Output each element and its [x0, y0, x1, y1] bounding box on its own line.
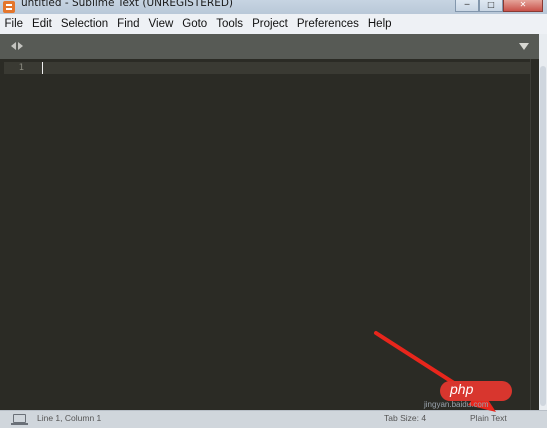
sublime-app-icon [3, 1, 15, 13]
menu-project[interactable]: Project [248, 18, 293, 30]
close-button[interactable]: ✕ [503, 0, 543, 12]
current-line-gutter: 1 [4, 62, 38, 74]
console-toggle-icon[interactable] [11, 414, 28, 425]
vertical-scrollbar[interactable] [539, 34, 547, 410]
editor-area[interactable]: 1 [0, 59, 530, 410]
minimap[interactable] [530, 59, 539, 410]
tab-prev-icon[interactable] [11, 42, 16, 50]
menu-goto[interactable]: Goto [178, 18, 212, 30]
tab-dropdown-icon[interactable] [519, 43, 529, 50]
menu-selection[interactable]: Selection [56, 18, 112, 30]
menu-preferences[interactable]: Preferences [292, 18, 363, 30]
status-bar: Line 1, Column 1 Tab Size: 4 Plain Text [0, 410, 547, 428]
tab-strip [0, 34, 539, 59]
window-title: untitled - Sublime Text (UNREGISTERED) [21, 0, 234, 9]
window-controls: ─ □ ✕ [455, 0, 543, 12]
text-caret [42, 62, 43, 74]
tab-size-indicator[interactable]: Tab Size: 4 [384, 413, 426, 423]
title-bar: untitled - Sublime Text (UNREGISTERED) ─… [0, 0, 547, 14]
cursor-position: Line 1, Column 1 [37, 413, 102, 423]
menu-view[interactable]: View [144, 18, 178, 30]
maximize-button[interactable]: □ [479, 0, 503, 12]
line-gutter [0, 59, 38, 410]
watermark-subtext: jingyan.baidu.com [424, 400, 489, 409]
minimize-button[interactable]: ─ [455, 0, 479, 12]
tab-next-icon[interactable] [18, 42, 23, 50]
menu-bar: File Edit Selection Find View Goto Tools… [0, 14, 547, 34]
menu-find[interactable]: Find [113, 18, 144, 30]
tab-nav-arrows [11, 42, 23, 50]
scroll-thumb[interactable] [540, 66, 546, 406]
menu-help[interactable]: Help [363, 18, 396, 30]
line-number: 1 [18, 63, 24, 73]
syntax-indicator[interactable]: Plain Text [470, 413, 507, 423]
menu-edit[interactable]: Edit [28, 18, 57, 30]
current-line-highlight [38, 62, 530, 74]
menu-tools[interactable]: Tools [212, 18, 248, 30]
watermark-logo: php [450, 381, 474, 397]
menu-file[interactable]: File [0, 18, 28, 30]
